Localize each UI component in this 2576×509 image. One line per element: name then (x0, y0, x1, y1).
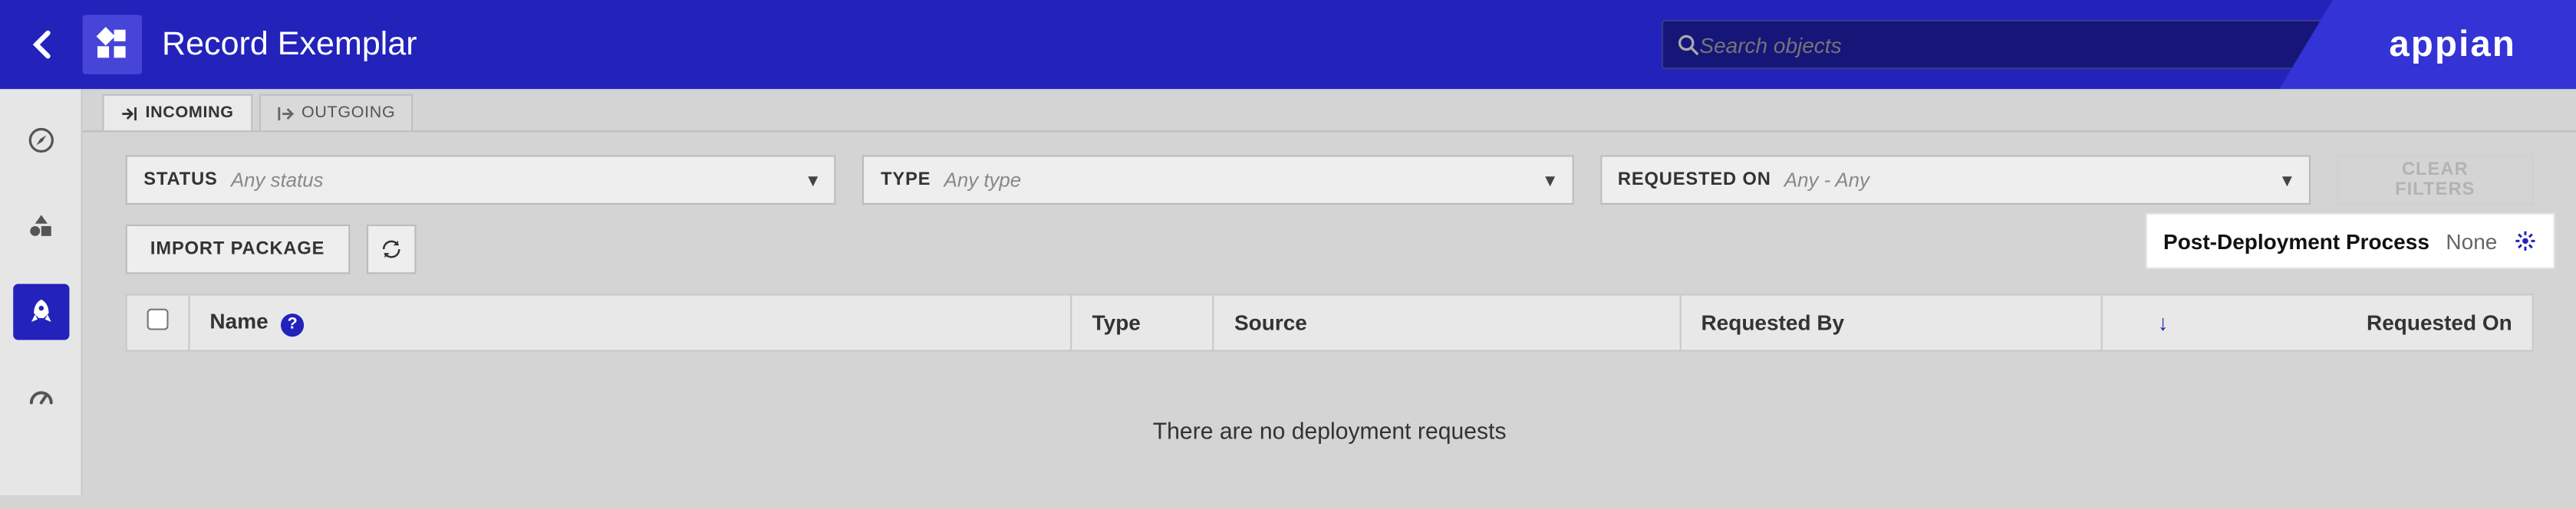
col-requested-on[interactable]: ↓ Requested On (2103, 294, 2533, 350)
caret-down-icon: ▾ (1545, 169, 1555, 192)
col-label: Name (209, 309, 268, 333)
shapes-icon (94, 26, 130, 62)
import-package-button[interactable]: IMPORT PACKAGE (126, 225, 350, 274)
tab-label: OUTGOING (301, 104, 395, 123)
filter-requested-on[interactable]: REQUESTED ON Any - Any ▾ (1599, 155, 2310, 205)
left-rail (0, 89, 83, 495)
refresh-button[interactable] (366, 225, 416, 274)
rail-item-explore[interactable] (12, 112, 68, 168)
filter-status[interactable]: STATUS Any status ▾ (126, 155, 836, 205)
caret-down-icon: ▾ (2282, 169, 2292, 192)
shapes-small-icon (25, 212, 55, 241)
gear-icon (2514, 229, 2537, 252)
app-icon (83, 15, 143, 74)
pdp-value: None (2446, 228, 2497, 253)
col-name[interactable]: Name ? (189, 294, 1072, 350)
filter-label: TYPE (881, 170, 931, 190)
main: INCOMING OUTGOING STATUS Any status ▾ TY… (83, 89, 2576, 495)
filter-value: Any status (231, 169, 808, 192)
clear-filters-button[interactable]: CLEAR FILTERS (2337, 155, 2534, 205)
topbar: Record Exemplar appian (0, 0, 2576, 89)
filter-value: Any - Any (1784, 169, 2282, 192)
post-deployment-process: Post-Deployment Process None (2146, 215, 2553, 268)
col-label: Source (1234, 310, 1307, 334)
compass-icon (25, 126, 55, 156)
col-requested-by[interactable]: Requested By (1681, 294, 2103, 350)
tab-label: INCOMING (145, 104, 233, 123)
sort-down-icon: ↓ (2158, 310, 2169, 334)
filter-label: STATUS (143, 170, 217, 190)
rocket-icon (25, 297, 55, 327)
col-type[interactable]: Type (1072, 294, 1214, 350)
app-title: Record Exemplar (162, 25, 417, 64)
rail-item-build[interactable] (12, 198, 68, 254)
refresh-icon (379, 238, 402, 261)
arrow-in-icon (120, 105, 137, 122)
filters-row: STATUS Any status ▾ TYPE Any type ▾ REQU… (83, 132, 2576, 218)
deployments-table: Name ? Type Source Requested By ↓ Request… (83, 294, 2576, 509)
pdp-settings-button[interactable] (2514, 229, 2537, 252)
search-box[interactable] (1662, 20, 2339, 70)
tab-incoming[interactable]: INCOMING (102, 94, 252, 130)
chevron-left-icon (30, 30, 53, 60)
dashboard-icon (25, 383, 55, 412)
back-button[interactable] (0, 0, 83, 89)
arrow-out-icon (277, 105, 294, 122)
empty-state: There are no deployment requests (126, 351, 2534, 509)
col-label: Requested On (2367, 310, 2512, 334)
select-all-checkbox[interactable] (147, 309, 169, 330)
logo: appian (2279, 0, 2576, 89)
caret-down-icon: ▾ (808, 169, 818, 192)
filter-type[interactable]: TYPE Any type ▾ (862, 155, 1573, 205)
search-input[interactable] (1699, 32, 2324, 57)
help-icon[interactable]: ? (281, 313, 304, 336)
col-label: Requested By (1701, 310, 1844, 334)
rail-item-deploy[interactable] (12, 284, 68, 340)
search-icon (1676, 33, 1699, 56)
col-label: Type (1092, 310, 1141, 334)
logo-text: appian (2389, 23, 2516, 66)
filter-value: Any type (944, 169, 1545, 192)
tabs: INCOMING OUTGOING (83, 89, 2576, 132)
actions-row: IMPORT PACKAGE Post-Deployment Process N… (83, 218, 2576, 294)
filter-label: REQUESTED ON (1618, 170, 1771, 190)
rail-item-monitor[interactable] (12, 369, 68, 425)
col-select[interactable] (127, 294, 189, 350)
tab-outgoing[interactable]: OUTGOING (259, 94, 413, 130)
pdp-title: Post-Deployment Process (2163, 228, 2429, 253)
col-source[interactable]: Source (1214, 294, 1680, 350)
